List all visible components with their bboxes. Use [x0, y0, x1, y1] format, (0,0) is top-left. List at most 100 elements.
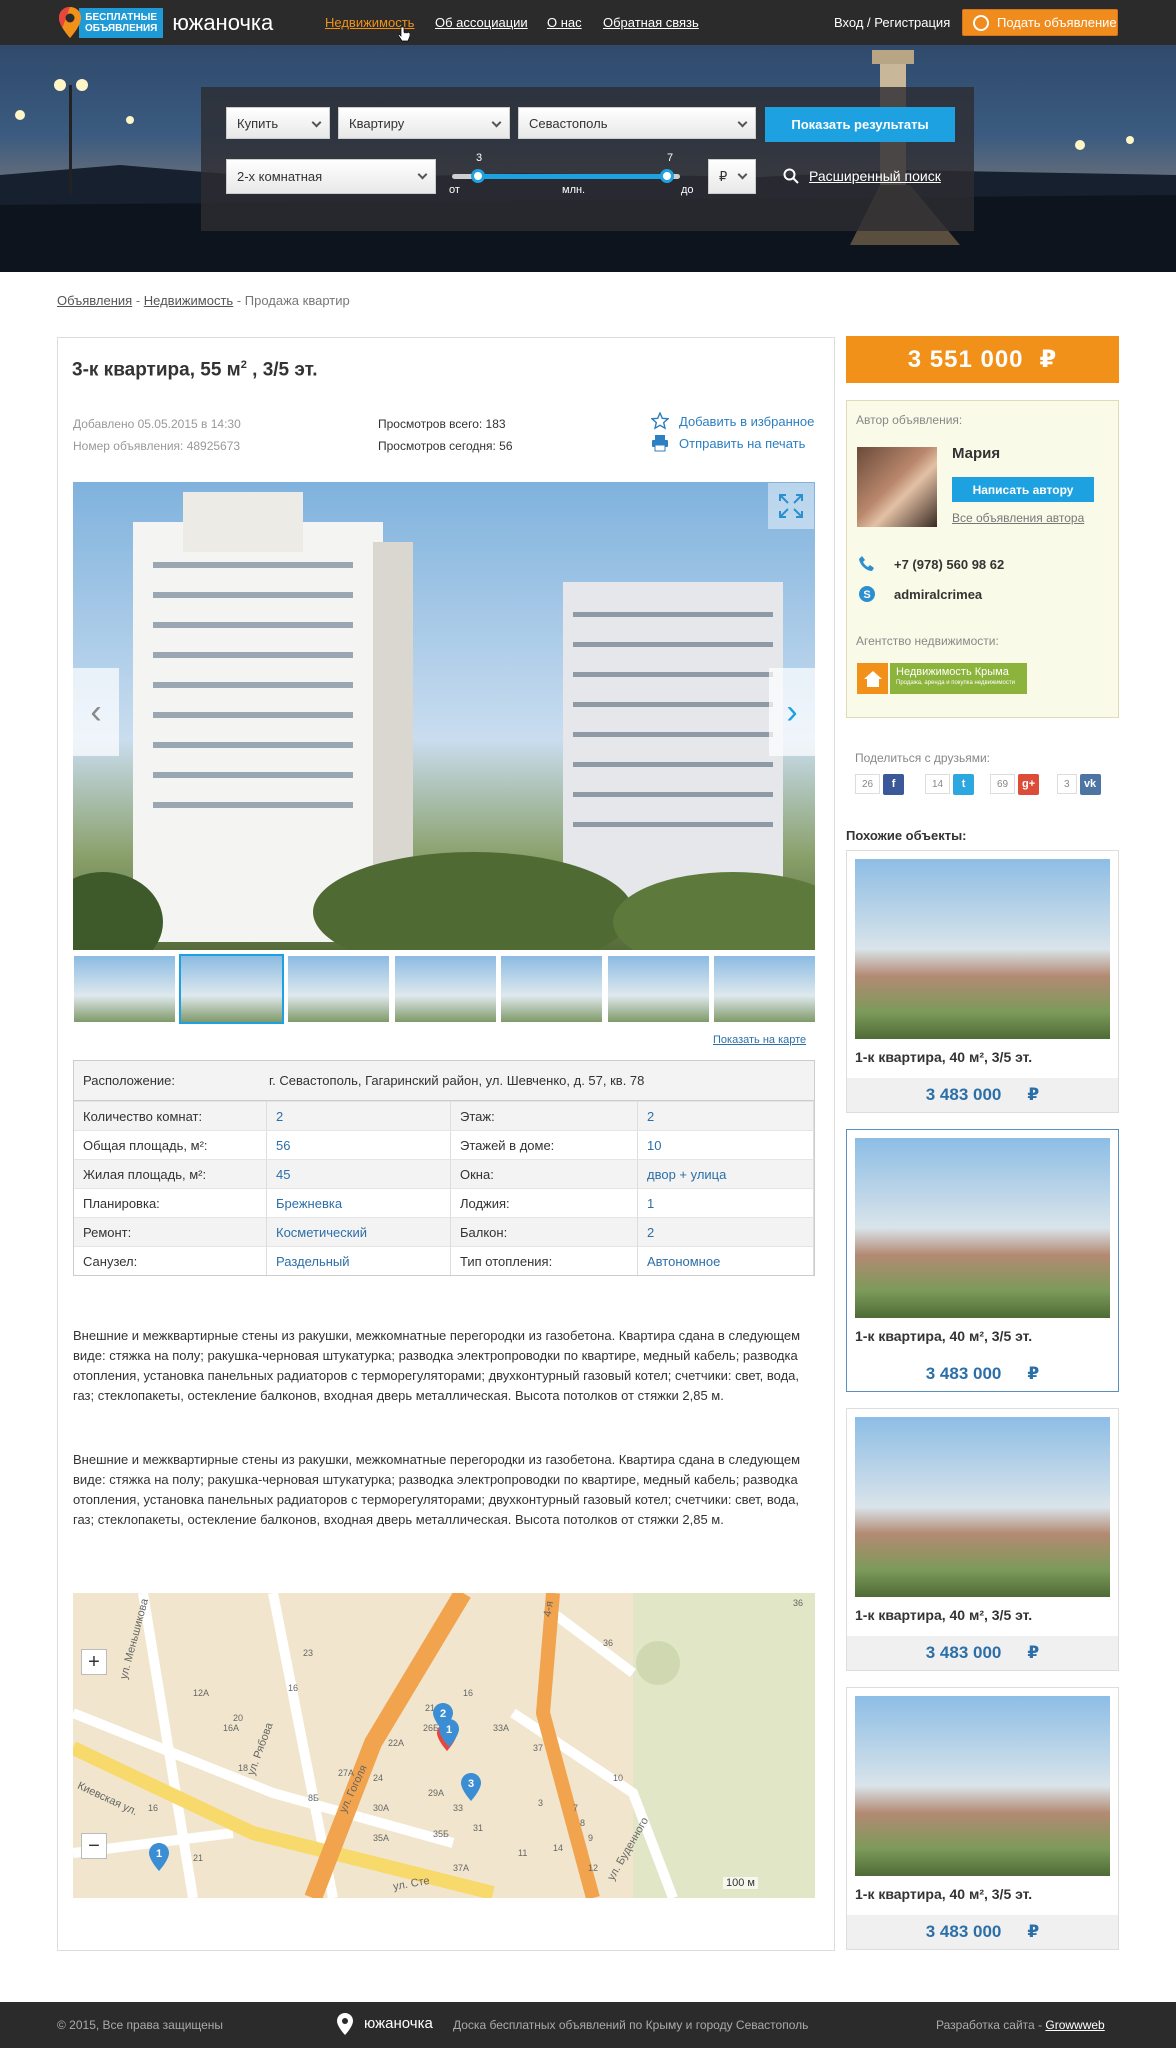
share-twitter[interactable]: 14 t — [925, 773, 975, 795]
house-number-label: 36 — [793, 1598, 804, 1608]
city-select[interactable]: Севастополь — [518, 107, 756, 139]
slider-fill — [478, 174, 667, 179]
developer-link[interactable]: Growwweb — [1045, 2018, 1104, 2032]
share-count: 69 — [990, 774, 1016, 794]
slider-min-handle[interactable] — [471, 169, 485, 183]
price-range-slider[interactable] — [452, 169, 680, 183]
house-number-label: 22А — [388, 1738, 405, 1748]
map-pin-icon[interactable]: 1 — [149, 1843, 169, 1871]
map-pin-icon[interactable]: 1 — [439, 1719, 459, 1747]
similar-card-price: 3 483 000 ₽ — [847, 1636, 1118, 1670]
similar-card-title: 1-к квартира, 40 м², 3/5 эт. — [855, 1049, 1033, 1065]
photo-thumbnail[interactable] — [608, 956, 709, 1022]
prev-photo-arrow[interactable]: ‹ — [73, 668, 119, 756]
write-author-button[interactable]: Написать автору — [952, 477, 1094, 502]
agency-label: Агентство недвижимости: — [856, 634, 999, 648]
footer-brand: южаночка — [364, 2015, 433, 2032]
advanced-search-link[interactable]: Расширенный поиск — [783, 168, 941, 184]
similar-card-title: 1-к квартира, 40 м², 3/5 эт. — [855, 1607, 1033, 1623]
city-value: Севастополь — [529, 115, 608, 131]
show-results-button[interactable]: Показать результаты — [765, 107, 955, 142]
house-number-label: 30А — [373, 1803, 390, 1813]
photo-thumbnail[interactable] — [714, 956, 815, 1022]
views-today: Просмотров сегодня: 56 — [378, 439, 513, 453]
detail-label: Санузел: — [74, 1247, 267, 1275]
logo-badge: БЕСПЛАТНЫЕ ОБЪЯВЛЕНИЯ — [79, 7, 164, 38]
photo-thumbnail[interactable] — [288, 956, 389, 1022]
site-logo[interactable]: БЕСПЛАТНЫЕ ОБЪЯВЛЕНИЯ южаночка — [57, 6, 273, 39]
object-type-value: Квартиру — [349, 115, 405, 131]
all-author-ads-link[interactable]: Все объявления автора — [952, 511, 1084, 525]
fullscreen-button[interactable] — [768, 483, 814, 529]
nav-about[interactable]: О нас — [547, 15, 582, 30]
nav-association[interactable]: Об ассоциации — [435, 15, 528, 30]
similar-card[interactable]: 1-к квартира, 40 м², 3/5 эт. 3 483 000 ₽ — [846, 1687, 1119, 1950]
rooms-select[interactable]: 2-х комнатная — [226, 159, 436, 194]
deal-type-select[interactable]: Купить — [226, 107, 330, 139]
similar-card[interactable]: 1-к квартира, 40 м², 3/5 эт. 3 483 000 ₽ — [846, 1129, 1119, 1392]
svg-text:1: 1 — [156, 1848, 162, 1860]
title-main: 3-к квартира, 55 м — [72, 359, 241, 381]
detail-value: 1 — [638, 1189, 814, 1217]
detail-value: 56 — [267, 1131, 451, 1159]
currency-select[interactable]: ₽ — [708, 159, 756, 194]
svg-text:S: S — [863, 589, 870, 601]
detail-value: Автономное — [638, 1247, 814, 1275]
photo-thumbnail[interactable] — [179, 954, 284, 1024]
photo-thumbnail[interactable] — [74, 956, 175, 1022]
share-count: 14 — [925, 774, 951, 794]
show-on-map-link[interactable]: Показать на карте — [713, 1034, 806, 1046]
developer-credit: Разработка сайта - Growwweb — [936, 2018, 1105, 2032]
object-type-select[interactable]: Квартиру — [338, 107, 510, 139]
detail-value: 2 — [267, 1102, 451, 1130]
house-number-label: 16 — [288, 1683, 299, 1693]
breadcrumb-realty[interactable]: Недвижимость — [144, 293, 233, 308]
house-number-label: 10 — [613, 1773, 624, 1783]
location-label: Расположение: — [83, 1073, 175, 1088]
currency-value: ₽ — [719, 168, 728, 184]
house-number-label: 18 — [238, 1763, 249, 1773]
breadcrumb-ads[interactable]: Объявления — [57, 293, 132, 308]
similar-objects-label: Похожие объекты: — [846, 828, 967, 843]
share-count: 3 — [1057, 774, 1077, 794]
share-facebook[interactable]: 26 f — [855, 773, 905, 795]
agency-subtitle: Продажа, аренда и покупка недвижимости — [896, 680, 1015, 686]
location-map[interactable]: + − ул. Меньшикова Киевская ул. ул. Рябо… — [73, 1593, 815, 1898]
footer-pin-icon — [337, 2013, 353, 2035]
main-photo[interactable]: ‹ › — [73, 482, 815, 950]
listing-number: Номер объявления: 48925673 — [73, 439, 241, 453]
detail-label: Тип отопления: — [451, 1247, 638, 1275]
expand-icon — [779, 494, 803, 518]
map-pin-icon[interactable]: 3 — [461, 1773, 481, 1801]
slider-max-handle[interactable] — [660, 169, 674, 183]
description-paragraph: Внешние и межквартирные стены из ракушки… — [73, 1452, 801, 1527]
similar-card-title: 1-к квартира, 40 м², 3/5 эт. — [855, 1886, 1033, 1902]
house-number-label: 29А — [428, 1788, 445, 1798]
similar-card[interactable]: 1-к квартира, 40 м², 3/5 эт. 3 483 000 ₽ — [846, 850, 1119, 1113]
printer-icon — [652, 435, 668, 452]
print-link[interactable]: Отправить на печать — [651, 434, 805, 452]
house-number-label: 8 — [580, 1818, 586, 1828]
table-row: Ремонт: Косметический Балкон: 2 — [74, 1217, 814, 1246]
share-googleplus[interactable]: 69 g+ — [990, 773, 1040, 795]
similar-card[interactable]: 1-к квартира, 40 м², 3/5 эт. 3 483 000 ₽ — [846, 1408, 1119, 1671]
chevron-down-icon — [417, 169, 428, 180]
agency-logo[interactable]: Недвижимость Крыма Продажа, аренда и пок… — [857, 663, 1027, 694]
nav-feedback[interactable]: Обратная связь — [603, 15, 699, 30]
post-ad-button[interactable]: Подать объявление — [962, 9, 1118, 36]
zoom-in-button[interactable]: + — [81, 1649, 107, 1675]
at-sign-icon — [973, 14, 989, 31]
zoom-out-button[interactable]: − — [81, 1833, 107, 1859]
photo-thumbnail[interactable] — [501, 956, 602, 1022]
detail-label: Планировка: — [74, 1189, 267, 1217]
house-number-label: 20 — [233, 1713, 244, 1723]
photo-thumbnail[interactable] — [395, 956, 496, 1022]
skype-icon: S — [859, 586, 875, 602]
house-number-label: 27А — [338, 1768, 355, 1778]
share-vk[interactable]: 3 vk — [1057, 773, 1101, 795]
description-paragraph: Внешние и межквартирные стены из ракушки… — [73, 1328, 801, 1403]
detail-value: 10 — [638, 1131, 814, 1159]
login-register-link[interactable]: Вход / Регистрация — [834, 15, 950, 30]
next-photo-arrow[interactable]: › — [769, 668, 815, 756]
add-favorite-link[interactable]: Добавить в избранное — [651, 412, 814, 430]
